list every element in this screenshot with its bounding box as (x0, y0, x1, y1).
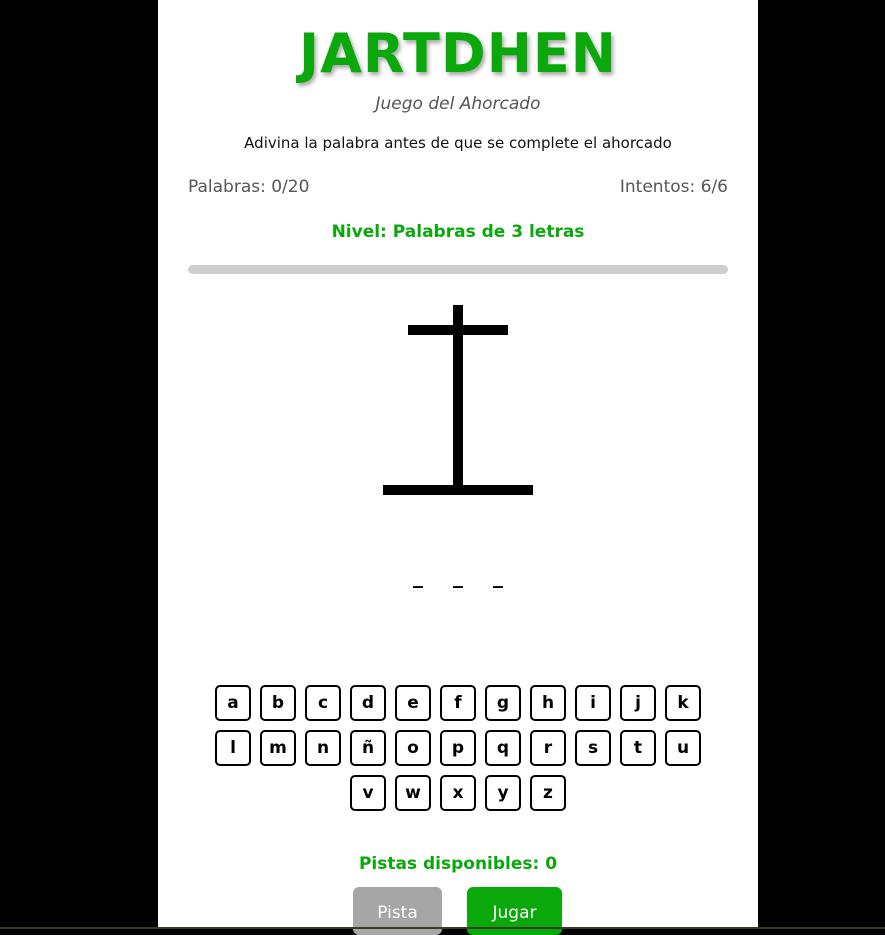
key-o[interactable]: o (395, 730, 431, 766)
game-panel: JARTDHEN Juego del Ahorcado Adivina la p… (158, 0, 758, 935)
attempts-counter: Intentos: 6/6 (619, 177, 728, 197)
key-k[interactable]: k (665, 685, 701, 721)
key-l[interactable]: l (215, 730, 251, 766)
key-m[interactable]: m (260, 730, 296, 766)
key-n[interactable]: n (305, 730, 341, 766)
key-b[interactable]: b (260, 685, 296, 721)
key-ñ[interactable]: ñ (350, 730, 386, 766)
key-a[interactable]: a (215, 685, 251, 721)
key-q[interactable]: q (485, 730, 521, 766)
letter-slot: _ (453, 564, 463, 588)
hints-available: Pistas disponibles: 0 (358, 854, 558, 874)
words-counter: Palabras: 0/20 (188, 177, 310, 197)
key-i[interactable]: i (575, 685, 611, 721)
key-z[interactable]: z (530, 775, 566, 811)
key-g[interactable]: g (485, 685, 521, 721)
game-description: Adivina la palabra antes de que se compl… (244, 134, 672, 152)
key-j[interactable]: j (620, 685, 656, 721)
key-t[interactable]: t (620, 730, 656, 766)
key-d[interactable]: d (350, 685, 386, 721)
key-c[interactable]: c (305, 685, 341, 721)
level-label: Nivel: Palabras de 3 letras (331, 222, 585, 242)
key-w[interactable]: w (395, 775, 431, 811)
key-x[interactable]: x (440, 775, 476, 811)
letter-slot: _ (493, 564, 503, 588)
keyboard-row: lmnñopqrstu (215, 730, 701, 766)
key-s[interactable]: s (575, 730, 611, 766)
key-u[interactable]: u (665, 730, 701, 766)
gallows-beam (408, 325, 508, 335)
keyboard-row: vwxyz (350, 775, 566, 811)
game-subtitle: Juego del Ahorcado (375, 94, 541, 114)
key-f[interactable]: f (440, 685, 476, 721)
game-title: JARTDHEN (299, 22, 617, 85)
word-display: _ _ _ (158, 566, 758, 586)
key-r[interactable]: r (530, 730, 566, 766)
keyboard-row: abcdefghijk (215, 685, 701, 721)
letter-slot: _ (413, 564, 423, 588)
key-p[interactable]: p (440, 730, 476, 766)
progress-bar (188, 265, 728, 274)
letter-keyboard: abcdefghijk lmnñopqrstu vwxyz (158, 685, 758, 811)
key-y[interactable]: y (485, 775, 521, 811)
gallows-drawing (383, 305, 533, 495)
key-e[interactable]: e (395, 685, 431, 721)
key-v[interactable]: v (350, 775, 386, 811)
key-h[interactable]: h (530, 685, 566, 721)
